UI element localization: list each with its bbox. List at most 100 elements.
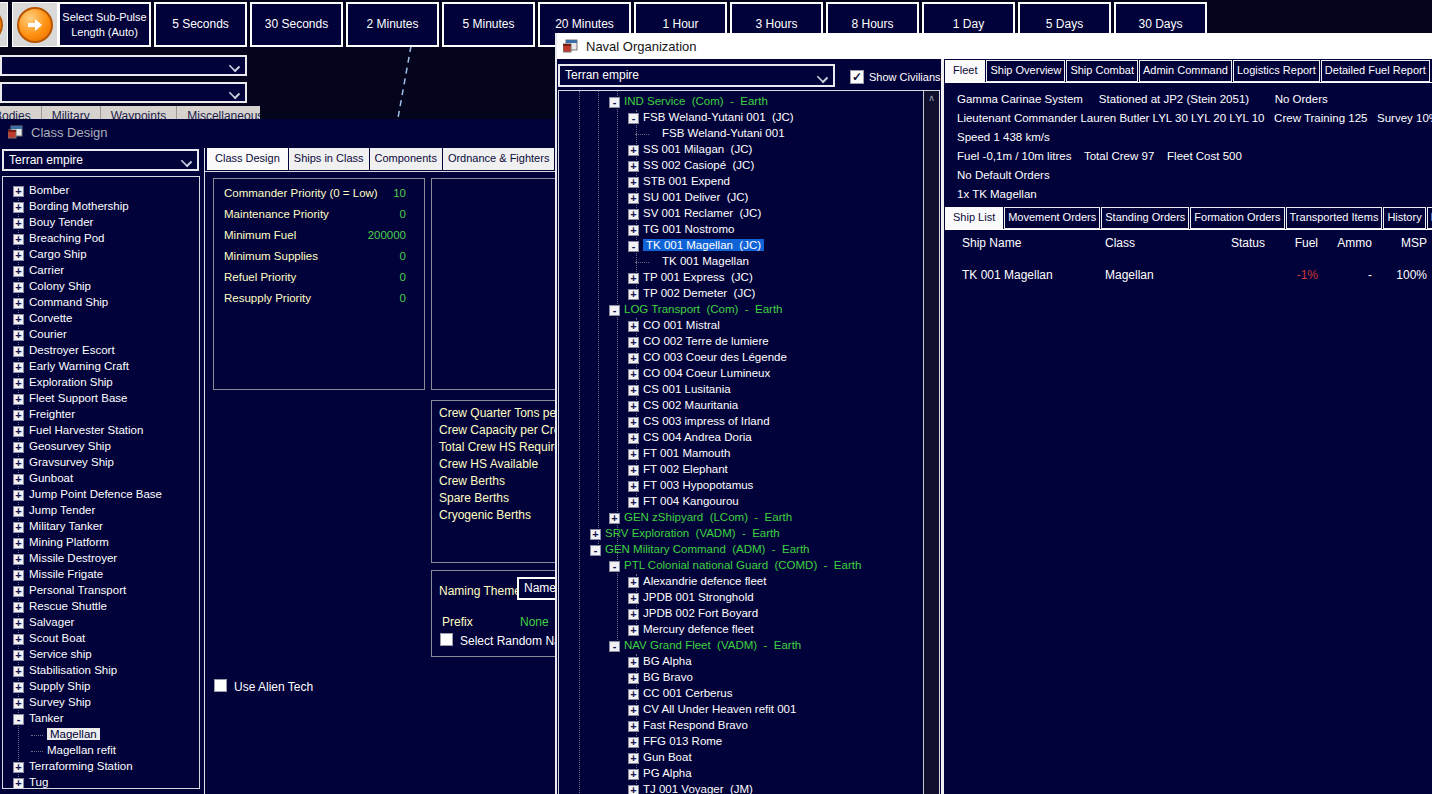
class-tree-item[interactable]: +Mining Platform (3, 535, 199, 551)
expand-icon[interactable]: + (628, 753, 639, 764)
class-tree-item[interactable]: +Destroyer Escort (3, 343, 199, 359)
class-tree-item[interactable]: +Courier (3, 327, 199, 343)
expand-icon[interactable]: + (13, 650, 24, 661)
collapse-icon[interactable]: - (609, 97, 620, 108)
expand-icon[interactable]: + (13, 330, 24, 341)
collapse-icon[interactable]: - (13, 714, 24, 725)
class-tree-item[interactable]: +Freighter (3, 407, 199, 423)
time-button-3[interactable]: 2 Minutes (346, 2, 439, 47)
map-dropdown-2[interactable] (0, 82, 247, 103)
naval-tree-item[interactable]: +CO 001 Mistral (559, 318, 925, 334)
naval-tree-item[interactable]: -IND Service (Com) - Earth (559, 94, 925, 110)
expand-icon[interactable]: + (628, 161, 639, 172)
naval-tree-item[interactable]: +CC 001 Cerberus (559, 686, 925, 702)
expand-icon[interactable]: + (628, 225, 639, 236)
time-button-prev[interactable] (0, 2, 8, 47)
expand-icon[interactable]: + (609, 513, 620, 524)
naval-tree-item[interactable]: +CS 003 impress of Irland (559, 414, 925, 430)
expand-icon[interactable]: + (628, 193, 639, 204)
naval-tree-item[interactable]: +CS 002 Mauritania (559, 398, 925, 414)
map-tab-bodies[interactable]: Bodies (0, 106, 42, 119)
class-tree-item[interactable]: +Early Warning Craft (3, 359, 199, 375)
expand-icon[interactable]: + (628, 321, 639, 332)
expand-icon[interactable]: + (13, 762, 24, 773)
expand-icon[interactable]: + (13, 522, 24, 533)
map-tab-waypoints[interactable]: Waypoints (101, 106, 178, 119)
class-design-tab-1[interactable]: Ships in Class (289, 148, 369, 170)
expand-icon[interactable]: + (628, 705, 639, 716)
collapse-icon[interactable]: - (628, 113, 639, 124)
class-tree-item[interactable]: +Bomber (3, 183, 199, 199)
expand-icon[interactable]: + (13, 410, 24, 421)
expand-icon[interactable]: + (13, 314, 24, 325)
naval-tree-item[interactable]: +CO 002 Terre de lumiere (559, 334, 925, 350)
naval-tree-item[interactable]: -TK 001 Magellan (JC) (559, 238, 925, 254)
naval-tree-item[interactable]: +FT 001 Mamouth (559, 446, 925, 462)
expand-icon[interactable]: + (13, 666, 24, 677)
collapse-icon[interactable]: - (609, 641, 620, 652)
ship-tab-0[interactable]: Ship List (945, 207, 1003, 229)
expand-icon[interactable]: + (13, 442, 24, 453)
class-tree-item[interactable]: Magellan refit (3, 743, 199, 759)
naval-tree-item[interactable]: -NAV Grand Fleet (VADM) - Earth (559, 638, 925, 654)
class-tree-item[interactable]: +Rescue Shuttle (3, 599, 199, 615)
expand-icon[interactable]: + (628, 721, 639, 732)
expand-icon[interactable]: + (628, 657, 639, 668)
naval-tree-item[interactable]: +Mercury defence fleet (559, 622, 925, 638)
class-tree-item[interactable]: +Carrier (3, 263, 199, 279)
naval-tree-item[interactable]: +Fast Respond Bravo (559, 718, 925, 734)
expand-icon[interactable]: + (628, 401, 639, 412)
expand-icon[interactable]: + (13, 346, 24, 357)
naval-org-titlebar[interactable]: Naval Organization (555, 33, 1432, 59)
ship-tab-2[interactable]: Standing Orders (1101, 207, 1189, 229)
expand-icon[interactable]: + (628, 385, 639, 396)
naval-tree-item[interactable]: +PG Alpha (559, 766, 925, 782)
naval-tree-item[interactable]: +STB 001 Expend (559, 174, 925, 190)
class-tree-item[interactable]: Magellan (3, 727, 199, 743)
map-tab-miscellaneous[interactable]: Miscellaneous (177, 106, 260, 119)
expand-icon[interactable]: + (13, 602, 24, 613)
class-tree-item[interactable]: +Terraforming Station (3, 759, 199, 775)
ship-tab-6[interactable]: M (1427, 207, 1432, 229)
collapse-icon[interactable]: - (628, 241, 639, 252)
class-tree-item[interactable]: +Personal Transport (3, 583, 199, 599)
expand-icon[interactable]: + (628, 481, 639, 492)
naval-tree-item[interactable]: TK 001 Magellan (559, 254, 925, 270)
naval-tree-item[interactable]: +CO 003 Coeur des Légende (559, 350, 925, 366)
naval-tree-item[interactable]: +SS 002 Casiopé (JC) (559, 158, 925, 174)
naval-tree-item[interactable]: +CO 004 Coeur Lumineux (559, 366, 925, 382)
expand-icon[interactable]: + (590, 529, 601, 540)
naval-tree-item[interactable]: +CV All Under Heaven refit 001 (559, 702, 925, 718)
ship-tab-4[interactable]: Transported Items (1286, 207, 1383, 229)
expand-icon[interactable]: + (13, 202, 24, 213)
naming-theme-select[interactable]: Name I (517, 577, 557, 600)
expand-icon[interactable]: + (628, 289, 639, 300)
class-tree-item[interactable]: +Missile Destroyer (3, 551, 199, 567)
class-tree-item[interactable]: +Corvette (3, 311, 199, 327)
expand-icon[interactable]: + (628, 737, 639, 748)
class-tree-item[interactable]: +Stabilisation Ship (3, 663, 199, 679)
class-tree-item[interactable]: +Scout Boat (3, 631, 199, 647)
expand-icon[interactable]: + (628, 433, 639, 444)
class-tree-item[interactable]: +Survey Ship (3, 695, 199, 711)
class-tree-item[interactable]: +Cargo Ship (3, 247, 199, 263)
expand-icon[interactable]: + (628, 625, 639, 636)
expand-icon[interactable]: + (628, 689, 639, 700)
naval-tree-item[interactable]: +TP 001 Express (JC) (559, 270, 925, 286)
class-tree-item[interactable]: +Fuel Harvester Station (3, 423, 199, 439)
collapse-icon[interactable]: - (590, 545, 601, 556)
expand-icon[interactable]: + (628, 769, 639, 780)
class-tree-item[interactable]: +Breaching Pod (3, 231, 199, 247)
expand-icon[interactable]: + (628, 337, 639, 348)
ship-tab-5[interactable]: History (1383, 207, 1425, 229)
expand-icon[interactable]: + (13, 394, 24, 405)
time-button-0[interactable]: Select Sub-Pulse Length (Auto) (58, 2, 151, 47)
naval-tree-item[interactable]: +CS 001 Lusitania (559, 382, 925, 398)
naval-tree-item[interactable]: +CS 004 Andrea Doria (559, 430, 925, 446)
fleet-tab-4[interactable]: Logistics Report (1233, 60, 1320, 82)
naval-tree-item[interactable]: -GEN Military Command (ADM) - Earth (559, 542, 925, 558)
naval-tree-item[interactable]: +TP 002 Demeter (JC) (559, 286, 925, 302)
naval-tree-item[interactable]: +SU 001 Deliver (JC) (559, 190, 925, 206)
collapse-icon[interactable]: - (609, 305, 620, 316)
naval-tree-item[interactable]: +SV 001 Reclamer (JC) (559, 206, 925, 222)
